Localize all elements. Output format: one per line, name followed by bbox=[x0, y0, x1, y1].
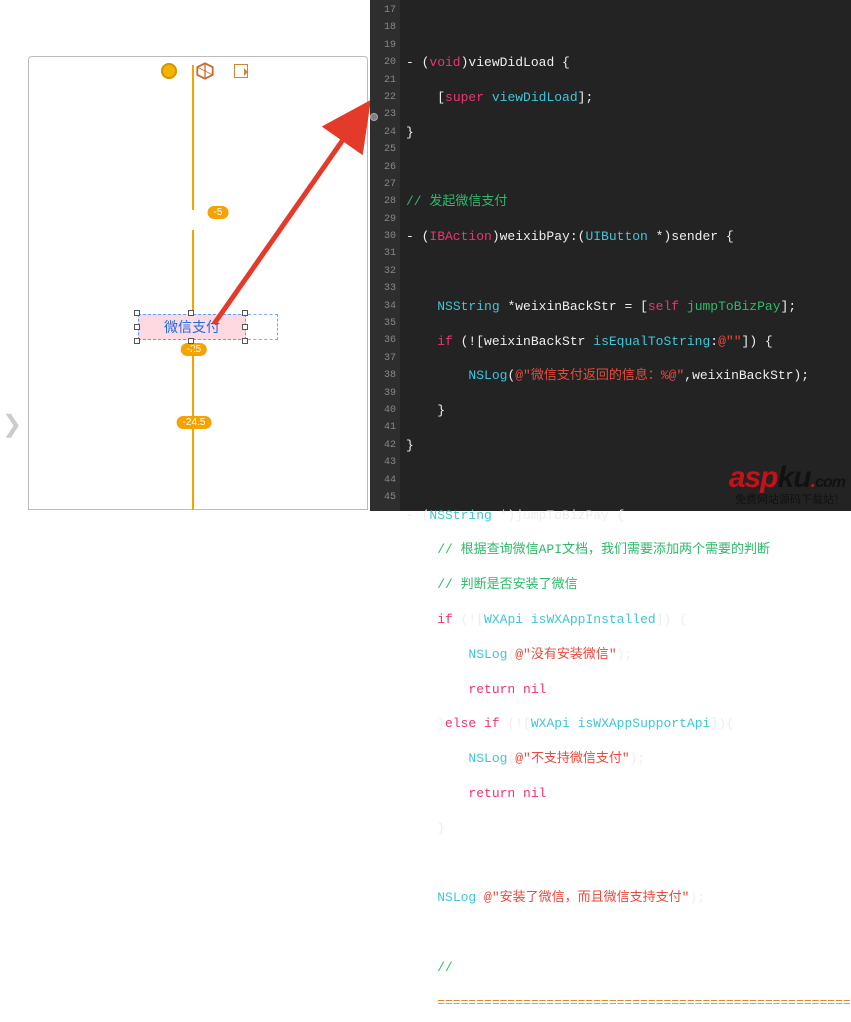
line-number[interactable]: 43 bbox=[370, 454, 396, 471]
line-number[interactable]: 44 bbox=[370, 472, 396, 489]
line-number[interactable]: 24 bbox=[370, 124, 396, 141]
resize-extension[interactable] bbox=[248, 314, 278, 340]
resize-handle[interactable] bbox=[188, 310, 194, 316]
line-number[interactable]: 37 bbox=[370, 350, 396, 367]
resize-handle[interactable] bbox=[134, 324, 140, 330]
exit-icon[interactable] bbox=[232, 62, 250, 80]
ib-object-toolbar bbox=[160, 62, 250, 80]
resize-handle[interactable] bbox=[242, 324, 248, 330]
wechat-pay-button[interactable]: 微信支付 bbox=[138, 314, 246, 340]
line-number[interactable]: 28 bbox=[370, 193, 396, 210]
line-number[interactable]: 40 bbox=[370, 402, 396, 419]
line-number[interactable]: 17 bbox=[370, 2, 396, 19]
line-number[interactable]: 41 bbox=[370, 419, 396, 436]
expand-chevron-icon[interactable]: ❯ bbox=[2, 410, 22, 440]
line-number[interactable]: 27 bbox=[370, 176, 396, 193]
constraint-badge-top[interactable]: -5 bbox=[208, 206, 229, 219]
code-text-area[interactable]: - (void)viewDidLoad { [super viewDidLoad… bbox=[400, 0, 851, 511]
interface-builder-pane: -5 -25 -24.5 微信支付 ❯ bbox=[0, 0, 370, 511]
constraint-badge-mid[interactable]: -25 bbox=[181, 343, 207, 356]
identity-inspector-icon[interactable] bbox=[160, 62, 178, 80]
line-number[interactable]: 22 bbox=[370, 89, 396, 106]
line-number[interactable]: 39 bbox=[370, 385, 396, 402]
line-number[interactable]: 19 bbox=[370, 37, 396, 54]
constraint-guide-top[interactable] bbox=[192, 65, 194, 210]
line-number[interactable]: 42 bbox=[370, 437, 396, 454]
line-number[interactable]: 34 bbox=[370, 298, 396, 315]
line-number[interactable]: 36 bbox=[370, 332, 396, 349]
line-number[interactable]: 30 bbox=[370, 228, 396, 245]
constraint-badge-bot[interactable]: -24.5 bbox=[177, 416, 212, 429]
line-number[interactable]: 25 bbox=[370, 141, 396, 158]
selected-button-wrap: 微信支付 bbox=[128, 310, 278, 344]
resize-handle[interactable] bbox=[242, 338, 248, 344]
line-number[interactable]: 20 bbox=[370, 54, 396, 71]
line-number[interactable]: 33 bbox=[370, 280, 396, 297]
line-number[interactable]: 29 bbox=[370, 211, 396, 228]
resize-handle[interactable] bbox=[134, 310, 140, 316]
line-number[interactable]: 31 bbox=[370, 245, 396, 262]
line-number[interactable]: 21 bbox=[370, 72, 396, 89]
device-frame[interactable] bbox=[28, 56, 368, 510]
cube-icon[interactable] bbox=[196, 62, 214, 80]
line-number[interactable]: 38 bbox=[370, 367, 396, 384]
resize-handle[interactable] bbox=[242, 310, 248, 316]
line-number[interactable]: 18 bbox=[370, 19, 396, 36]
line-number[interactable]: 35 bbox=[370, 315, 396, 332]
resize-handle[interactable] bbox=[134, 338, 140, 344]
constraint-guide-mid[interactable] bbox=[192, 230, 194, 310]
line-number[interactable]: 32 bbox=[370, 263, 396, 280]
line-number[interactable]: 45 bbox=[370, 489, 396, 506]
resize-handle[interactable] bbox=[188, 338, 194, 344]
code-editor-pane: 17 18 19 20 21 22 23 24 25 26 27 28 29 3… bbox=[370, 0, 851, 511]
breakpoint-connection-icon[interactable] bbox=[370, 113, 378, 121]
line-number[interactable]: 26 bbox=[370, 159, 396, 176]
line-number-gutter[interactable]: 17 18 19 20 21 22 23 24 25 26 27 28 29 3… bbox=[370, 0, 400, 511]
